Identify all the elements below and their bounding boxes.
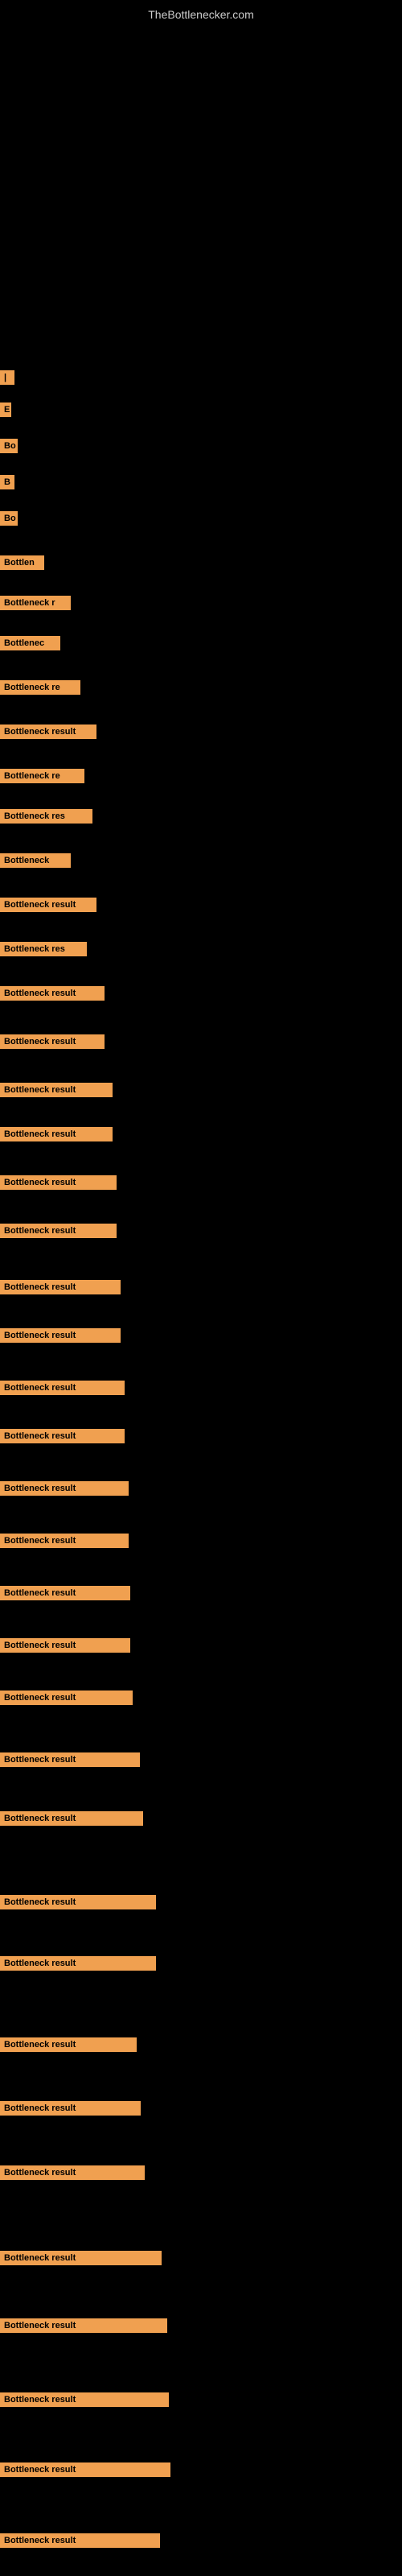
- bar-label-1: |: [0, 370, 14, 385]
- bar-item: Bottleneck result: [0, 986, 105, 1001]
- bar-item: Bottleneck result: [0, 2392, 169, 2407]
- site-title: TheBottlenecker.com: [0, 0, 402, 25]
- bar-item: Bottleneck result: [0, 1638, 130, 1653]
- bar-item: |: [0, 370, 14, 385]
- bar-label-17: Bottleneck result: [0, 1034, 105, 1049]
- bar-item: Bottleneck result: [0, 2037, 137, 2052]
- bar-label-8: Bottlenec: [0, 636, 60, 650]
- bar-label-23: Bottleneck result: [0, 1328, 121, 1343]
- bar-item: Bottleneck res: [0, 809, 92, 824]
- bar-item: Bottleneck result: [0, 1175, 117, 1190]
- bar-item: Bottleneck re: [0, 680, 80, 695]
- bar-item: Bottleneck result: [0, 1895, 156, 1909]
- bar-item: Bottleneck result: [0, 1690, 133, 1705]
- bar-label-10: Bottleneck result: [0, 724, 96, 739]
- bar-item: Bottleneck result: [0, 898, 96, 912]
- bar-label-33: Bottleneck result: [0, 1895, 156, 1909]
- bar-item: Bottleneck result: [0, 1752, 140, 1767]
- bar-label-30: Bottleneck result: [0, 1690, 133, 1705]
- bar-item: Bottleneck result: [0, 2251, 162, 2265]
- bar-label-35: Bottleneck result: [0, 2037, 137, 2052]
- bar-label-22: Bottleneck result: [0, 1280, 121, 1294]
- bar-label-32: Bottleneck result: [0, 1811, 143, 1826]
- bar-label-29: Bottleneck result: [0, 1638, 130, 1653]
- bar-item: Bottleneck result: [0, 2318, 167, 2333]
- bar-item: Bottleneck result: [0, 1429, 125, 1443]
- bar-label-38: Bottleneck result: [0, 2251, 162, 2265]
- bar-label-39: Bottleneck result: [0, 2318, 167, 2333]
- bar-label-41: Bottleneck result: [0, 2462, 170, 2477]
- bar-label-9: Bottleneck re: [0, 680, 80, 695]
- bar-label-24: Bottleneck result: [0, 1381, 125, 1395]
- bar-label-15: Bottleneck res: [0, 942, 87, 956]
- bar-item: Bottleneck result: [0, 1328, 121, 1343]
- bar-item: Bottleneck result: [0, 2462, 170, 2477]
- bar-item: Bottleneck result: [0, 1381, 125, 1395]
- bar-label-27: Bottleneck result: [0, 1534, 129, 1548]
- bar-item: Bo: [0, 511, 18, 526]
- bar-label-19: Bottleneck result: [0, 1127, 113, 1141]
- bar-label-6: Bottlen: [0, 555, 44, 570]
- bar-item: Bottleneck result: [0, 724, 96, 739]
- bar-item: Bottleneck result: [0, 1811, 143, 1826]
- bar-label-34: Bottleneck result: [0, 1956, 156, 1971]
- bar-item: Bottleneck: [0, 853, 71, 868]
- bar-item: Bottleneck result: [0, 2533, 160, 2548]
- bar-item: Bottleneck result: [0, 1224, 117, 1238]
- bar-item: Bottleneck result: [0, 2165, 145, 2180]
- bar-item: Bottleneck result: [0, 1586, 130, 1600]
- bar-label-21: Bottleneck result: [0, 1224, 117, 1238]
- bar-item: Bottleneck result: [0, 1956, 156, 1971]
- bar-label-4: B: [0, 475, 14, 489]
- bar-label-37: Bottleneck result: [0, 2165, 145, 2180]
- bar-label-42: Bottleneck result: [0, 2533, 160, 2548]
- bar-item: Bo: [0, 439, 18, 453]
- bar-label-36: Bottleneck result: [0, 2101, 141, 2116]
- bar-item: Bottleneck r: [0, 596, 71, 610]
- bar-label-26: Bottleneck result: [0, 1481, 129, 1496]
- bar-item: Bottlen: [0, 555, 44, 570]
- bar-label-5: Bo: [0, 511, 18, 526]
- bar-label-14: Bottleneck result: [0, 898, 96, 912]
- bar-label-2: E: [0, 402, 11, 417]
- bar-label-18: Bottleneck result: [0, 1083, 113, 1097]
- bar-label-12: Bottleneck res: [0, 809, 92, 824]
- bar-label-25: Bottleneck result: [0, 1429, 125, 1443]
- bar-label-40: Bottleneck result: [0, 2392, 169, 2407]
- bar-item: Bottleneck result: [0, 1034, 105, 1049]
- bar-item: Bottleneck res: [0, 942, 87, 956]
- bar-label-7: Bottleneck r: [0, 596, 71, 610]
- bar-label-11: Bottleneck re: [0, 769, 84, 783]
- bar-item: Bottleneck result: [0, 1083, 113, 1097]
- bar-item: B: [0, 475, 14, 489]
- bar-item: Bottleneck re: [0, 769, 84, 783]
- bar-item: Bottlenec: [0, 636, 60, 650]
- bar-item: Bottleneck result: [0, 2101, 141, 2116]
- bar-item: E: [0, 402, 11, 417]
- bar-item: Bottleneck result: [0, 1280, 121, 1294]
- bar-label-31: Bottleneck result: [0, 1752, 140, 1767]
- bar-item: Bottleneck result: [0, 1481, 129, 1496]
- bar-label-16: Bottleneck result: [0, 986, 105, 1001]
- bar-label-20: Bottleneck result: [0, 1175, 117, 1190]
- bar-item: Bottleneck result: [0, 1534, 129, 1548]
- bar-label-13: Bottleneck: [0, 853, 71, 868]
- bar-item: Bottleneck result: [0, 1127, 113, 1141]
- bar-label-3: Bo: [0, 439, 18, 453]
- bar-label-28: Bottleneck result: [0, 1586, 130, 1600]
